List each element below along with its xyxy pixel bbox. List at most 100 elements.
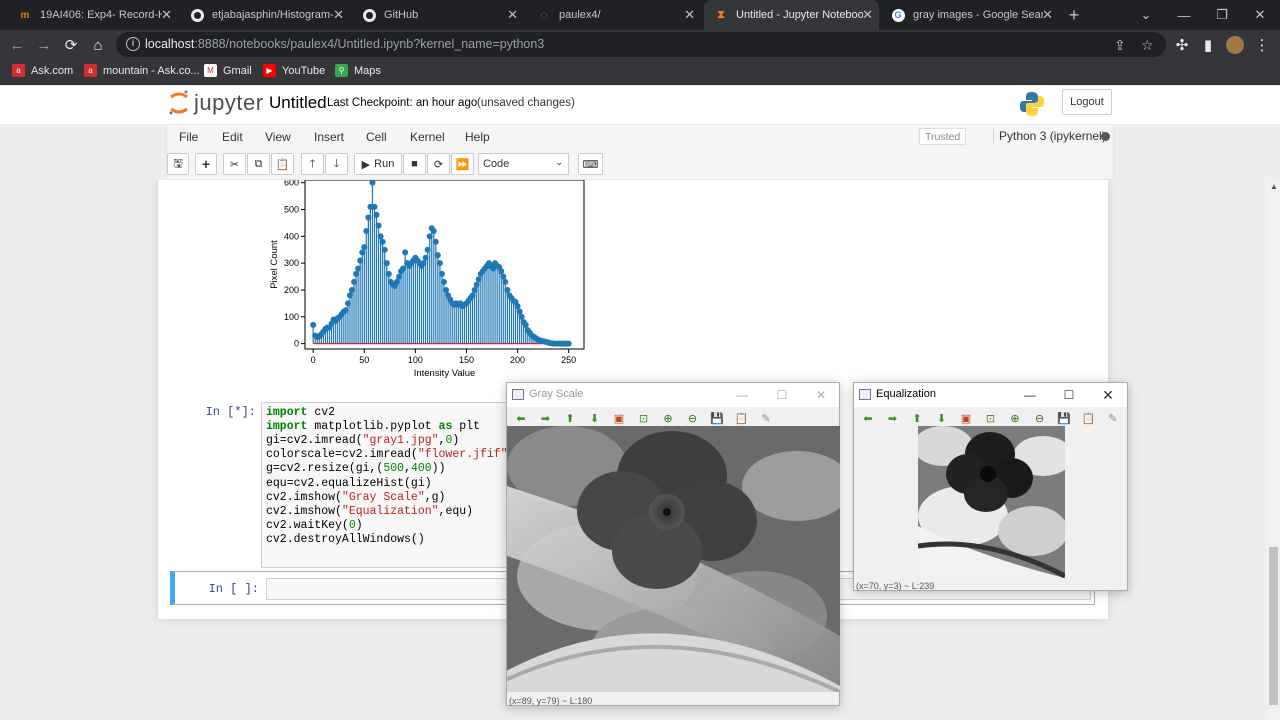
browser-tab[interactable]: GitHub ✕ [352,0,524,30]
back-icon[interactable]: ← [6,34,28,56]
chrome-menu-icon[interactable]: ⋮ [1251,34,1273,56]
scroll-up-icon[interactable]: ▲ [1270,182,1278,191]
logout-button[interactable]: Logout [1062,89,1112,115]
close-icon[interactable]: ✕ [1093,385,1123,405]
cut-button[interactable]: ✂ [223,153,246,175]
code-cell-input[interactable]: import cv2 import matplotlib.pyplot as pl… [261,402,514,568]
paste-button[interactable]: 📋 [271,153,294,175]
bookmark-item[interactable]: a mountain - Ask.co... [84,64,200,77]
restore-icon[interactable]: ❐ [1203,0,1241,30]
stem-marker [377,233,384,240]
properties-icon[interactable]: ✎ [1106,411,1120,425]
pan-right-icon[interactable]: ➡ [886,411,900,425]
gray-scale-image[interactable] [507,426,840,692]
bookmark-item[interactable]: ⚲ Maps [335,64,381,77]
extensions-icon[interactable]: ✣ [1171,34,1193,56]
zoom-in-icon[interactable]: ⊕ [1008,411,1022,425]
maximize-icon[interactable]: ☐ [1054,385,1084,405]
tab-close-icon[interactable]: ✕ [333,7,344,23]
bookmark-item[interactable]: a Ask.com [12,64,73,77]
bookmark-item[interactable]: M Gmail [204,64,252,77]
kernel-name[interactable]: Python 3 (ipykernel) [993,129,1106,143]
zoom-out-icon[interactable]: ⊖ [686,411,700,425]
new-tab-icon[interactable]: + [1055,0,1093,30]
menu-help[interactable]: Help [465,130,490,144]
tab-search-icon[interactable]: ⌄ [1127,0,1165,30]
site-info-icon[interactable]: i [126,37,140,51]
pan-left-icon[interactable]: ⬅ [861,411,875,425]
zoom-fit-icon[interactable]: ▣ [959,411,973,425]
move-down-button[interactable]: 🡓 [325,153,348,175]
notebook-name[interactable]: Untitled [269,93,327,113]
minimize-icon[interactable]: — [1165,0,1203,30]
bookmark-star-icon[interactable]: ☆ [1141,37,1154,54]
reload-icon[interactable]: ⟳ [60,34,82,56]
menu-file[interactable]: File [179,130,198,144]
zoom-original-icon[interactable]: ⊡ [984,411,998,425]
save-image-icon[interactable]: 💾 [710,411,724,425]
menu-insert[interactable]: Insert [314,130,344,144]
trusted-badge[interactable]: Trusted [919,128,967,145]
home-icon[interactable]: ⌂ [87,34,109,56]
tab-close-icon[interactable]: ✕ [862,7,873,23]
bookmark-item[interactable]: ▶ YouTube [263,64,325,77]
restart-button[interactable]: ⟳ [427,153,450,175]
insert-cell-button[interactable]: + [195,153,217,175]
avatar[interactable] [1224,34,1246,56]
maximize-icon[interactable]: ☐ [767,385,797,405]
tab-close-icon[interactable]: ✕ [684,7,695,23]
zoom-original-icon[interactable]: ⊡ [637,411,651,425]
interrupt-button[interactable]: ■ [403,153,426,175]
scrollbar-thumb[interactable] [1269,547,1278,705]
save-image-icon[interactable]: 💾 [1057,411,1071,425]
restart-run-all-button[interactable]: ⏩ [451,153,474,175]
equalization-titlebar[interactable]: Equalization — ☐ ✕ [854,383,1127,407]
close-icon[interactable]: ✕ [1241,0,1279,30]
copy-image-icon[interactable]: 📋 [1082,411,1096,425]
close-icon[interactable]: ✕ [806,385,836,405]
save-button[interactable]: 🖫 [167,153,189,175]
url-text[interactable]: localhost:8888/notebooks/paulex4/Untitle… [145,37,544,51]
gray-scale-titlebar[interactable]: Gray Scale — ☐ ✕ [507,383,839,407]
run-button[interactable]: ▶ Run [354,153,402,175]
copy-button[interactable]: ⧉ [247,153,270,175]
pan-down-icon[interactable]: ⬇ [588,411,602,425]
gray-scale-window[interactable]: Gray Scale — ☐ ✕ ⬅ ➡ ⬆ ⬇ ▣ ⊡ ⊕ ⊖ 💾 📋 ✎ (… [506,382,840,706]
move-up-button[interactable]: 🡑 [301,153,324,175]
menu-view[interactable]: View [265,130,291,144]
command-palette-button[interactable]: ⌨ [578,153,603,175]
menu-edit[interactable]: Edit [222,130,243,144]
pan-down-icon[interactable]: ⬇ [935,411,949,425]
pan-right-icon[interactable]: ➡ [539,411,553,425]
zoom-in-icon[interactable]: ⊕ [661,411,675,425]
properties-icon[interactable]: ✎ [759,411,773,425]
browser-tab[interactable]: m 19AI406: Exp4- Record-Hist✕ [8,0,178,30]
zoom-out-icon[interactable]: ⊖ [1033,411,1047,425]
browser-tab[interactable]: ◌ paulex4/ ✕ [527,0,701,30]
pan-left-icon[interactable]: ⬅ [514,411,528,425]
tab-close-icon[interactable]: ✕ [507,7,518,23]
forward-icon[interactable]: → [33,34,55,56]
zoom-fit-icon[interactable]: ▣ [612,411,626,425]
tab-close-icon[interactable]: ✕ [1042,7,1053,23]
minimize-icon[interactable]: — [727,385,757,405]
menu-cell[interactable]: Cell [366,130,387,144]
stem-marker [565,340,572,347]
pan-up-icon[interactable]: ⬆ [563,411,577,425]
equalization-window[interactable]: Equalization — ☐ ✕ ⬅ ➡ ⬆ ⬇ ▣ ⊡ ⊕ ⊖ 💾 📋 ✎ (x=70, y=… [853,382,1128,591]
browser-tab[interactable]: Ggray images - Google Sear ✕ [881,0,1059,30]
side-panel-icon[interactable]: ▮ [1197,34,1219,56]
jupyter-logo[interactable]: jupyter [168,89,264,117]
equalization-image[interactable] [918,426,1065,578]
minimize-icon[interactable]: — [1015,385,1045,405]
page-scrollbar[interactable]: ▲ [1267,180,1280,720]
browser-tab[interactable]: ⧗ Untitled - Jupyter Noteboo ✕ [704,0,879,30]
copy-image-icon[interactable]: 📋 [735,411,749,425]
tab-close-icon[interactable]: ✕ [161,7,172,23]
menu-kernel[interactable]: Kernel [410,130,445,144]
browser-tab[interactable]: etjabajasphin/Histogram-of ✕ [180,0,350,30]
cell-type-select[interactable]: Code ⌄ [478,153,569,175]
share-icon[interactable]: ⇪ [1114,37,1126,54]
pan-up-icon[interactable]: ⬆ [910,411,924,425]
address-bar[interactable]: i localhost:8888/notebooks/paulex4/Untit… [116,32,1166,57]
